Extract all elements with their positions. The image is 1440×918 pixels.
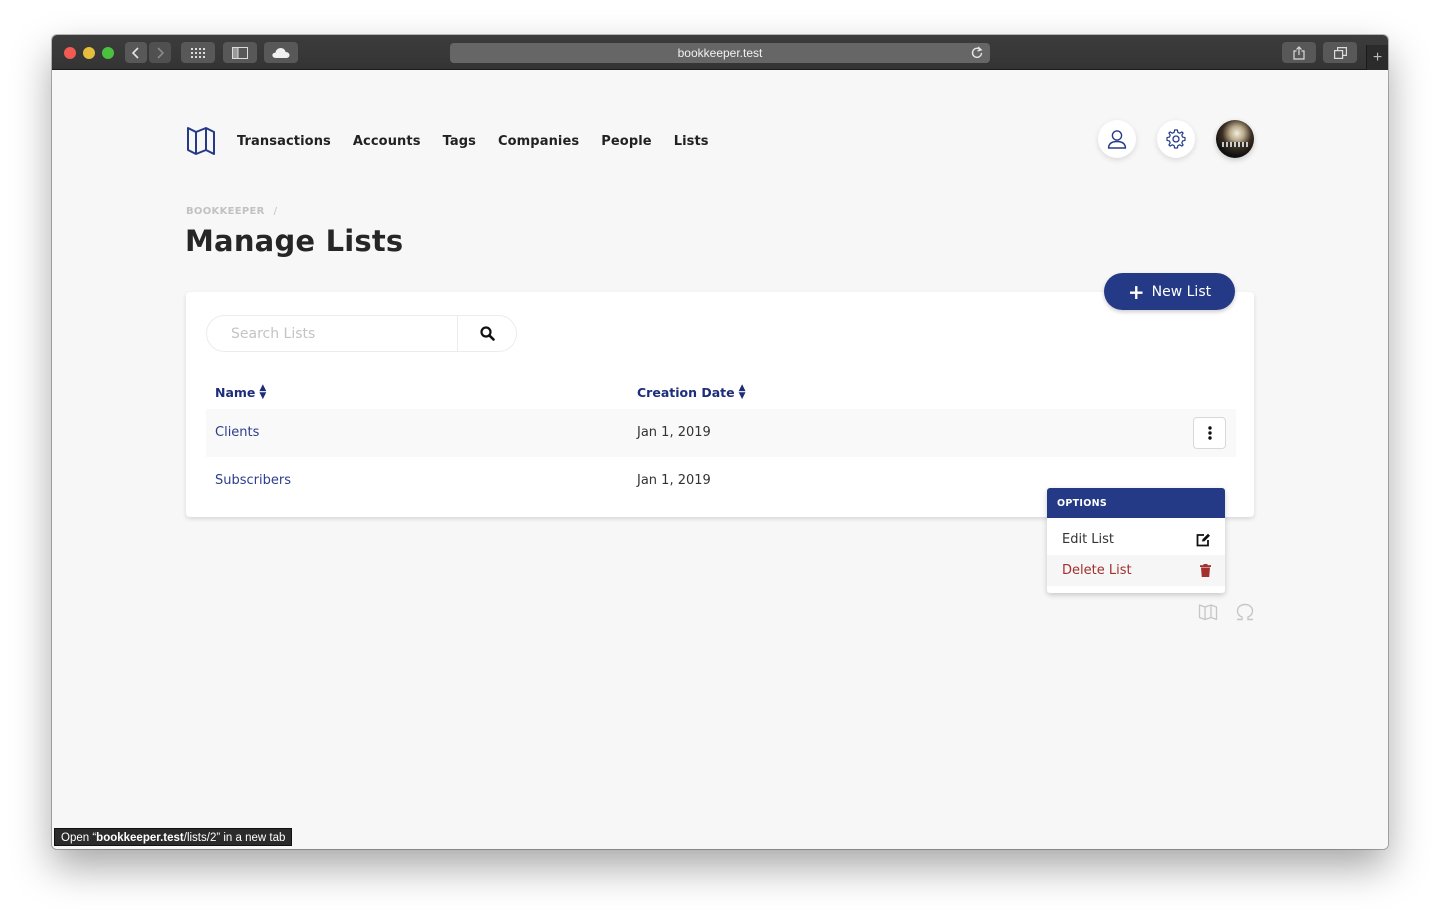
- nav-accounts[interactable]: Accounts: [353, 134, 421, 149]
- nav-people[interactable]: People: [601, 134, 651, 149]
- nav-tags[interactable]: Tags: [443, 134, 476, 149]
- delete-list-menu-item[interactable]: Delete List: [1047, 555, 1225, 586]
- back-button[interactable]: [125, 42, 147, 63]
- table-row: Clients Jan 1, 2019: [206, 409, 1236, 457]
- main-nav: Transactions Accounts Tags Companies Peo…: [186, 125, 731, 157]
- nav-lists[interactable]: Lists: [674, 134, 709, 149]
- new-tab-button[interactable]: +: [1366, 45, 1388, 70]
- list-name-link[interactable]: Subscribers: [215, 473, 291, 488]
- status-host: bookkeeper.test: [96, 832, 184, 844]
- status-bar: Open “bookkeeper.test/lists/2” in a new …: [54, 828, 293, 846]
- list-creation-date: Jan 1, 2019: [637, 473, 711, 488]
- close-window-button[interactable]: [64, 47, 76, 59]
- column-header-date-label: Creation Date: [637, 384, 735, 400]
- share-button[interactable]: [1282, 42, 1316, 63]
- options-dropdown: OPTIONS Edit List Delete List: [1047, 488, 1225, 593]
- chevron-right-icon: [157, 46, 165, 59]
- map-icon[interactable]: [1198, 603, 1218, 621]
- reload-icon[interactable]: [971, 46, 983, 59]
- row-options-button[interactable]: [1193, 417, 1226, 449]
- trash-icon: [1200, 564, 1211, 577]
- tab-overview-button[interactable]: [181, 42, 215, 63]
- edit-icon: [1196, 533, 1210, 546]
- omega-icon[interactable]: [1235, 603, 1255, 621]
- tabs-button[interactable]: [1323, 42, 1357, 63]
- sidebar-icon: [232, 46, 248, 59]
- profile-button[interactable]: [1098, 120, 1136, 158]
- user-icon: [1107, 130, 1127, 149]
- url-text: bookkeeper.test: [677, 46, 763, 60]
- search-icon: [479, 326, 495, 341]
- status-path: /lists/2: [183, 832, 217, 844]
- forward-button[interactable]: [149, 42, 171, 63]
- breadcrumb-separator: /: [273, 206, 278, 217]
- duplicate-tab-icon: [1333, 46, 1347, 59]
- sort-icon: ▲ ▼: [738, 383, 746, 401]
- plus-icon: +: [1127, 279, 1145, 304]
- avatar[interactable]: [1216, 120, 1254, 158]
- cloud-icon: [272, 48, 290, 58]
- options-header: OPTIONS: [1047, 488, 1225, 518]
- plus-icon: +: [1372, 49, 1383, 66]
- maximize-window-button[interactable]: [102, 47, 114, 59]
- edit-list-label: Edit List: [1062, 532, 1115, 547]
- search-input[interactable]: [207, 316, 457, 351]
- search-button[interactable]: [457, 316, 516, 351]
- edit-list-menu-item[interactable]: Edit List: [1047, 524, 1225, 555]
- lists-card: Name ▲▼ Creation Date ▲▼ Clients Jan 1, …: [186, 292, 1254, 517]
- search-box: [206, 315, 517, 352]
- column-header-name-label: Name: [215, 384, 256, 400]
- nav-transactions[interactable]: Transactions: [237, 134, 331, 149]
- more-vertical-icon: [1207, 426, 1212, 440]
- column-header-name[interactable]: Name ▲ ▼: [215, 383, 267, 401]
- list-creation-date: Jan 1, 2019: [637, 425, 711, 440]
- grid-icon: [191, 47, 205, 58]
- list-name-link[interactable]: Clients: [215, 425, 259, 440]
- breadcrumb-root[interactable]: BOOKKEEPER: [186, 206, 265, 217]
- page-title: Manage Lists: [185, 224, 404, 258]
- new-list-button[interactable]: + New List: [1104, 273, 1235, 310]
- chevron-left-icon: [131, 46, 139, 59]
- map-icon[interactable]: [186, 125, 216, 157]
- status-suffix: ” in a new tab: [216, 832, 286, 844]
- sort-icon: ▲ ▼: [259, 383, 267, 401]
- address-bar[interactable]: bookkeeper.test: [450, 43, 990, 63]
- status-prefix: Open “: [61, 832, 97, 844]
- column-header-creation-date[interactable]: Creation Date ▲ ▼: [637, 383, 746, 401]
- breadcrumb: BOOKKEEPER /: [186, 206, 277, 217]
- page-content: Transactions Accounts Tags Companies Peo…: [52, 70, 1388, 849]
- minimize-window-button[interactable]: [83, 47, 95, 59]
- gear-icon: [1166, 129, 1186, 149]
- browser-toolbar: bookkeeper.test +: [52, 35, 1388, 70]
- sidebar-toggle-button[interactable]: [223, 42, 257, 63]
- share-icon: [1293, 45, 1305, 60]
- nav-companies[interactable]: Companies: [498, 134, 579, 149]
- delete-list-label: Delete List: [1062, 563, 1132, 578]
- browser-window: bookkeeper.test + Transactions Accounts …: [52, 35, 1388, 849]
- footer-icons: [1198, 603, 1255, 621]
- settings-button[interactable]: [1157, 120, 1195, 158]
- icloud-tabs-button[interactable]: [264, 42, 298, 63]
- new-list-label: New List: [1151, 283, 1212, 300]
